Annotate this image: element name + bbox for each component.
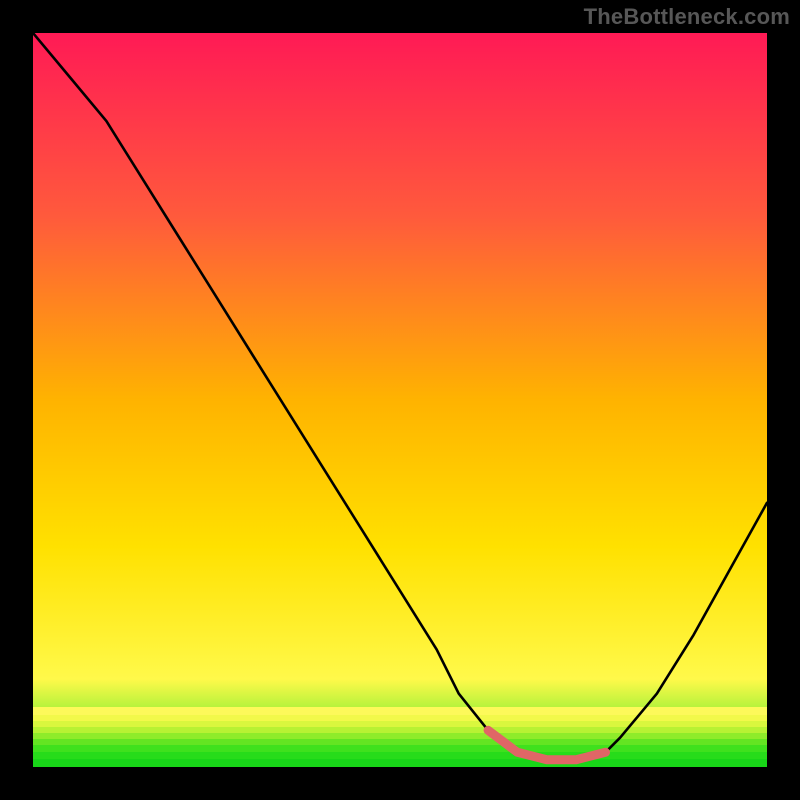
chart-frame: TheBottleneck.com xyxy=(0,0,800,800)
optimal-highlight xyxy=(33,33,767,767)
watermark-text: TheBottleneck.com xyxy=(584,4,790,30)
plot-area xyxy=(33,33,767,767)
